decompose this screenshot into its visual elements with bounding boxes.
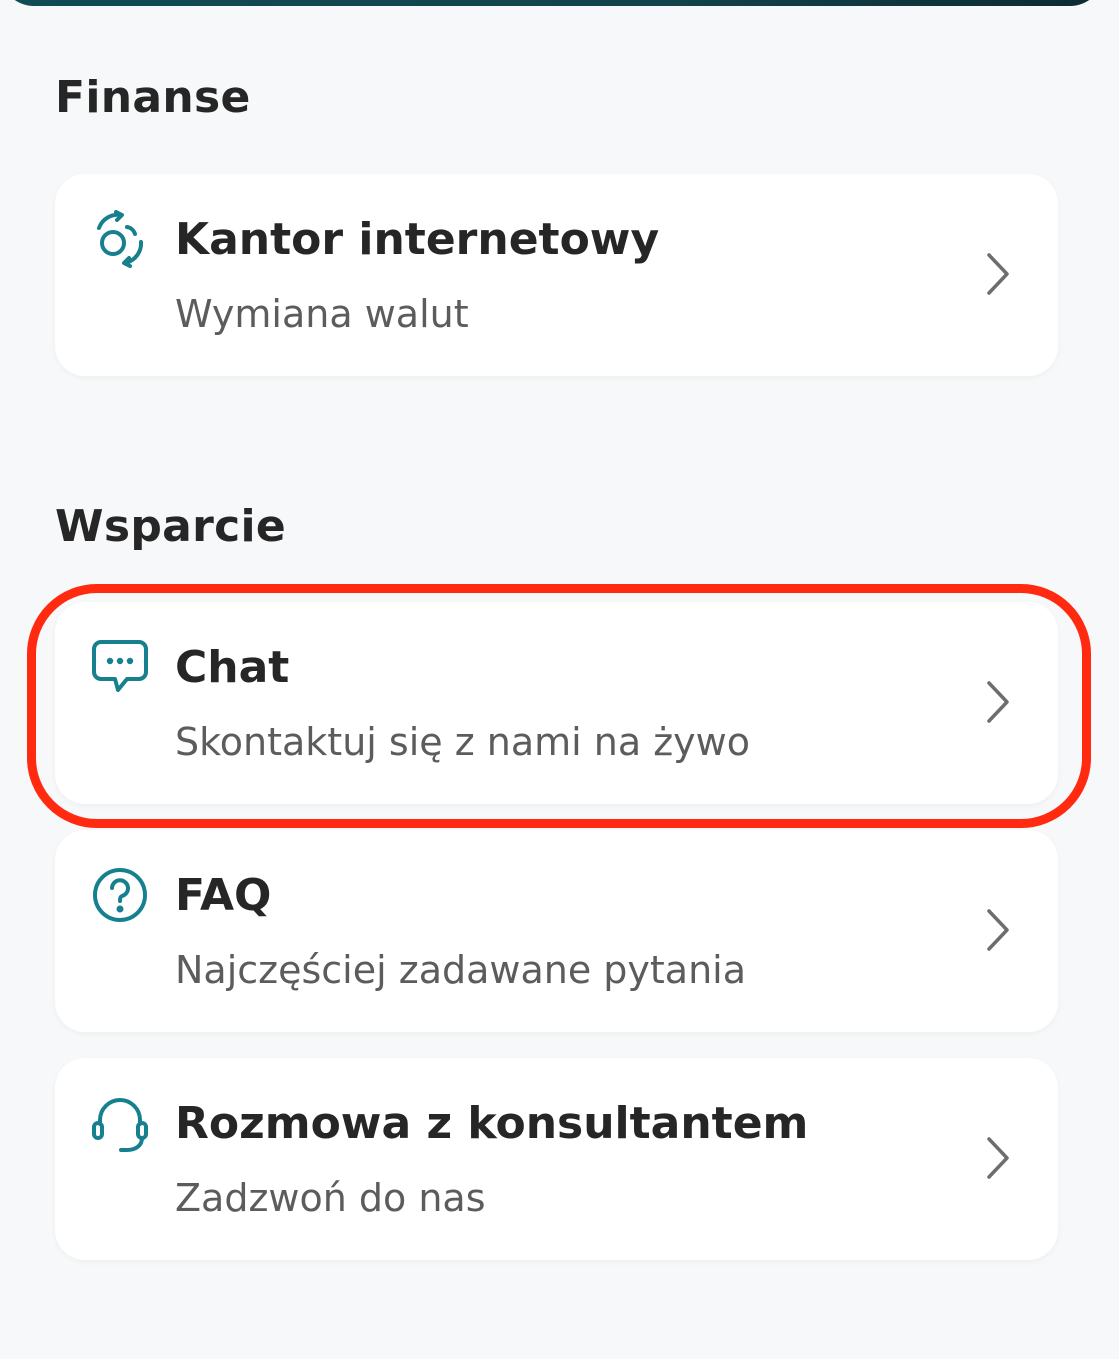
menu-item-title: Chat [175, 642, 290, 693]
menu-item-subtitle: Skontaktuj się z nami na żywo [175, 720, 750, 764]
section-title-finanse: Finanse [55, 72, 251, 123]
currency-exchange-icon [91, 210, 149, 268]
menu-item-faq[interactable]: FAQ Najczęściej zadawane pytania [55, 830, 1058, 1032]
menu-item-chat[interactable]: Chat Skontaktuj się z nami na żywo [55, 602, 1058, 804]
question-circle-icon [91, 866, 149, 924]
menu-item-title: Kantor internetowy [175, 214, 660, 265]
top-banner [0, 0, 1104, 6]
chevron-right-icon [984, 906, 1012, 954]
menu-item-kantor-internetowy[interactable]: Kantor internetowy Wymiana walut [55, 174, 1058, 376]
menu-item-subtitle: Wymiana walut [175, 292, 469, 336]
chevron-right-icon [984, 1134, 1012, 1182]
menu-item-title: Rozmowa z konsultantem [175, 1098, 809, 1149]
menu-item-rozmowa-z-konsultantem[interactable]: Rozmowa z konsultantem Zadzwoń do nas [55, 1058, 1058, 1260]
chevron-right-icon [984, 678, 1012, 726]
menu-item-title: FAQ [175, 870, 272, 921]
chevron-right-icon [984, 250, 1012, 298]
menu-item-subtitle: Najczęściej zadawane pytania [175, 948, 747, 992]
menu-item-subtitle: Zadzwoń do nas [175, 1176, 486, 1220]
section-title-wsparcie: Wsparcie [55, 501, 287, 552]
headset-icon [91, 1094, 149, 1152]
chat-bubble-icon [91, 638, 149, 696]
